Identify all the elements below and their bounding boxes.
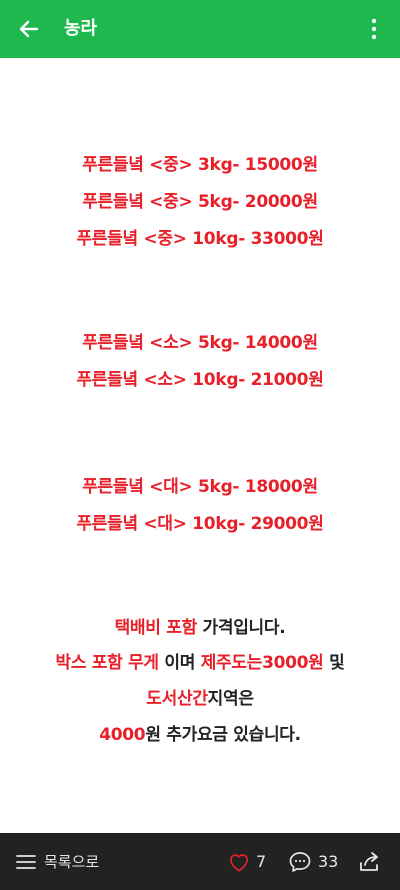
like-button[interactable]: 7 [228, 833, 266, 890]
back-to-list-button[interactable]: 목록으로 [16, 833, 99, 890]
notice-highlight: 4000 [99, 725, 146, 745]
more-options-button[interactable] [362, 12, 386, 46]
arrow-left-icon [19, 20, 39, 38]
comment-count: 33 [318, 852, 339, 871]
price-large-10kg: 푸른들녘 <대> 10kg- 29000원 [76, 514, 324, 534]
price-mid-10kg: 푸른들녘 <중> 10kg- 33000원 [76, 229, 324, 249]
share-button[interactable] [358, 833, 382, 890]
menu-icon [16, 854, 36, 869]
back-button[interactable] [12, 12, 46, 46]
heart-icon [229, 853, 249, 871]
price-mid-5kg: 푸른들녘 <중> 5kg- 20000원 [82, 192, 318, 212]
comment-button[interactable]: 33 [288, 833, 338, 890]
back-to-list-label: 목록으로 [44, 853, 100, 871]
price-small-10kg: 푸른들녘 <소> 10kg- 21000원 [76, 370, 324, 390]
notice-line-4: 4000원 추가요금 있습니다. [0, 720, 400, 745]
price-large-5kg: 푸른들녘 <대> 5kg- 18000원 [82, 477, 318, 497]
notice-text: 및 [323, 653, 345, 673]
top-app-bar: 농라 [0, 0, 400, 58]
like-count: 7 [256, 852, 267, 871]
notice-text: 원 추가요금 있습니다. [145, 725, 301, 745]
page-title: 농라 [64, 18, 98, 39]
comment-icon [289, 851, 311, 872]
notice-text: 이며 [158, 653, 201, 673]
notice-line-2: 박스 포함 무게 이며 제주도는3000원 및 [0, 648, 400, 673]
notice-line-3: 도서산간지역은 [0, 684, 400, 709]
notice-highlight: 제주도는3000원 [200, 653, 324, 673]
notice-highlight: 택배비 포함 [114, 618, 198, 638]
share-icon [360, 851, 378, 871]
notice-text: 가격입니다. [196, 618, 286, 638]
notice-line-1: 택배비 포함 가격입니다. [0, 613, 400, 638]
notice-text: 지역은 [207, 689, 254, 709]
price-mid-3kg: 푸른들녘 <중> 3kg- 15000원 [82, 155, 318, 175]
more-vertical-icon [371, 18, 377, 40]
notice-highlight: 박스 포함 무게 [55, 653, 160, 673]
bottom-action-bar: 목록으로 7 33 [0, 833, 400, 890]
price-small-5kg: 푸른들녘 <소> 5kg- 14000원 [82, 333, 318, 353]
notice-highlight: 도서산간 [146, 689, 208, 709]
post-content: 푸른들녘 <중> 3kg- 15000원 푸른들녘 <중> 5kg- 20000… [0, 58, 400, 833]
